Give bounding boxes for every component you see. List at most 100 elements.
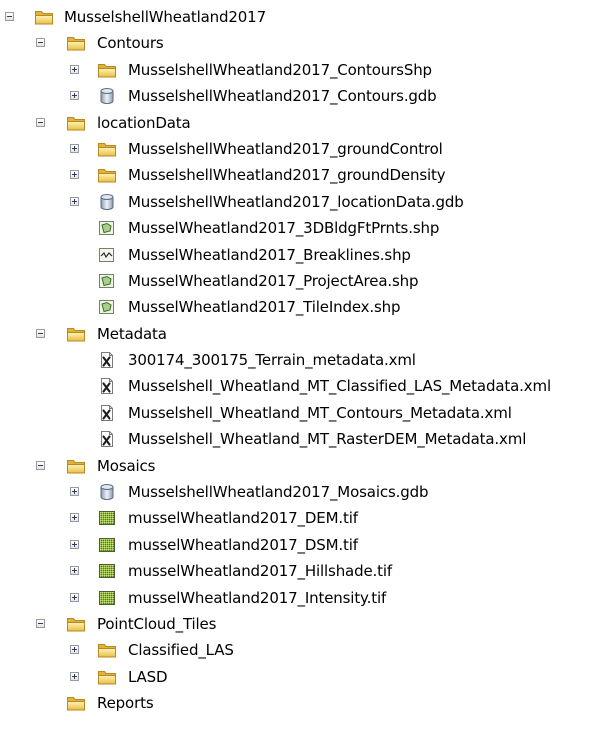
raster-icon	[97, 589, 117, 607]
tree-item-label: MusselshellWheatland2017_locationData.gd…	[128, 192, 464, 211]
folder-icon	[66, 114, 86, 132]
tree-item-label: Musselshell_Wheatland_MT_Contours_Metada…	[128, 403, 512, 422]
tree-item-label: MusselWheatland2017_3DBldgFtPrnts.shp	[128, 219, 440, 238]
tree-item-locationdata[interactable]: locationData	[0, 110, 611, 136]
tree-item-musselwheatland2017-projectarea-shp[interactable]: MusselWheatland2017_ProjectArea.shp	[0, 268, 611, 294]
folder-icon	[97, 641, 117, 659]
collapse-toggle-icon[interactable]	[36, 117, 45, 127]
xml-file-icon	[97, 377, 117, 395]
line-shapefile-icon	[97, 246, 117, 264]
tree-item-musselwheatland2017-hillshade-tif[interactable]: musselWheatland2017_Hillshade.tif	[0, 558, 611, 584]
tree-item-musselwheatland2017-breaklines-shp[interactable]: MusselWheatland2017_Breaklines.shp	[0, 242, 611, 268]
tree-item-label: Musselshell_Wheatland_MT_Classified_LAS_…	[128, 377, 551, 396]
tree-item-musselshell-wheatland-mt-contours-metadata-xml[interactable]: Musselshell_Wheatland_MT_Contours_Metada…	[0, 400, 611, 426]
tree-item-label: Musselshell_Wheatland_MT_RasterDEM_Metad…	[128, 430, 527, 449]
tree-item-musselshell-wheatland-mt-rasterdem-metadata-xml[interactable]: Musselshell_Wheatland_MT_RasterDEM_Metad…	[0, 426, 611, 452]
xml-file-icon	[97, 404, 117, 422]
raster-icon	[97, 509, 117, 527]
expand-toggle-icon[interactable]	[70, 91, 79, 101]
tree-item-lasd[interactable]: LASD	[0, 664, 611, 690]
tree-item-label: LASD	[128, 667, 168, 686]
catalog-tree: MusselshellWheatland2017 Contours Musselsh…	[0, 4, 611, 717]
expand-toggle-icon[interactable]	[70, 143, 79, 153]
tree-item-label: MusselshellWheatland2017_groundControl	[128, 139, 443, 158]
tree-item-musselshellwheatland2017-grounddensity[interactable]: MusselshellWheatland2017_groundDensity	[0, 162, 611, 188]
tree-item-label: MusselWheatland2017_Breaklines.shp	[128, 245, 411, 264]
expand-toggle-icon[interactable]	[70, 566, 79, 576]
tree-item-label: MusselWheatland2017_ProjectArea.shp	[128, 271, 419, 290]
raster-icon	[97, 562, 117, 580]
tree-item-label: Reports	[97, 694, 154, 713]
collapse-toggle-icon[interactable]	[36, 328, 45, 338]
tree-item-label: musselWheatland2017_DEM.tif	[128, 509, 358, 528]
raster-icon	[97, 536, 117, 554]
expand-toggle-icon[interactable]	[70, 513, 79, 523]
tree-item-musselshellwheatland2017-contours-gdb[interactable]: MusselshellWheatland2017_Contours.gdb	[0, 83, 611, 109]
tree-item-label: musselWheatland2017_Hillshade.tif	[128, 562, 393, 581]
tree-item-musselshellwheatland2017-groundcontrol[interactable]: MusselshellWheatland2017_groundControl	[0, 136, 611, 162]
expand-toggle-icon[interactable]	[70, 170, 79, 180]
folder-icon	[97, 166, 117, 184]
xml-file-icon	[97, 351, 117, 369]
tree-item-300174-300175-terrain-metadata-xml[interactable]: 300174_300175_Terrain_metadata.xml	[0, 347, 611, 373]
tree-item-musselwheatland2017-3dbldgftprnts-shp[interactable]: MusselWheatland2017_3DBldgFtPrnts.shp	[0, 215, 611, 241]
tree-item-label: Contours	[97, 34, 164, 53]
folder-icon	[66, 615, 86, 633]
tree-item-mosaics[interactable]: Mosaics	[0, 453, 611, 479]
tree-item-label: PointCloud_Tiles	[97, 614, 217, 633]
tree-item-pointcloud-tiles[interactable]: PointCloud_Tiles	[0, 611, 611, 637]
expand-toggle-icon[interactable]	[70, 487, 79, 497]
tree-item-metadata[interactable]: Metadata	[0, 321, 611, 347]
folder-icon	[66, 34, 86, 52]
tree-item-label: 300174_300175_Terrain_metadata.xml	[128, 351, 416, 370]
folder-icon	[97, 668, 117, 686]
tree-item-label: MusselshellWheatland2017_groundDensity	[128, 166, 446, 185]
expand-toggle-icon[interactable]	[70, 592, 79, 602]
folder-icon	[97, 61, 117, 79]
collapse-toggle-icon[interactable]	[36, 38, 45, 48]
tree-item-label: MusselWheatland2017_TileIndex.shp	[128, 298, 401, 317]
collapse-toggle-icon[interactable]	[36, 460, 45, 470]
tree-item-label: MusselshellWheatland2017	[64, 8, 266, 26]
tree-item-musselshellwheatland2017-mosaics-gdb[interactable]: MusselshellWheatland2017_Mosaics.gdb	[0, 479, 611, 505]
tree-item-label: locationData	[97, 113, 191, 132]
folder-icon	[66, 325, 86, 343]
tree-item-classified-las[interactable]: Classified_LAS	[0, 637, 611, 663]
expand-toggle-icon[interactable]	[70, 64, 79, 74]
expand-toggle-icon[interactable]	[70, 196, 79, 206]
tree-item-label: Metadata	[97, 324, 167, 343]
tree-item-musselwheatland2017-dem-tif[interactable]: musselWheatland2017_DEM.tif	[0, 505, 611, 531]
folder-icon	[66, 694, 86, 712]
tree-item-label: musselWheatland2017_Intensity.tif	[128, 588, 387, 607]
xml-file-icon	[97, 430, 117, 448]
tree-item-contours[interactable]: Contours	[0, 30, 611, 56]
tree-item-musselwheatland2017-intensity-tif[interactable]: musselWheatland2017_Intensity.tif	[0, 585, 611, 611]
tree-item-label: MusselshellWheatland2017_Mosaics.gdb	[128, 483, 429, 502]
tree-item-label: Mosaics	[97, 456, 156, 475]
tree-item-label: MusselshellWheatland2017_ContoursShp	[128, 60, 432, 79]
collapse-toggle-icon[interactable]	[5, 12, 14, 21]
geodatabase-icon	[97, 483, 117, 501]
tree-item-label: MusselshellWheatland2017_Contours.gdb	[128, 87, 437, 106]
collapse-toggle-icon[interactable]	[36, 618, 45, 628]
tree-item-musselshellwheatland2017-contoursshp[interactable]: MusselshellWheatland2017_ContoursShp	[0, 57, 611, 83]
tree-item-musselshellwheatland2017-locationdata-gdb[interactable]: MusselshellWheatland2017_locationData.gd…	[0, 189, 611, 215]
expand-toggle-icon[interactable]	[70, 539, 79, 549]
polygon-shapefile-icon	[97, 219, 117, 237]
tree-item-musselwheatland2017-tileindex-shp[interactable]: MusselWheatland2017_TileIndex.shp	[0, 294, 611, 320]
geodatabase-icon	[97, 87, 117, 105]
folder-icon	[66, 457, 86, 475]
folder-icon	[97, 140, 117, 158]
tree-item-musselwheatland2017-dsm-tif[interactable]: musselWheatland2017_DSM.tif	[0, 532, 611, 558]
polygon-shapefile-icon	[97, 298, 117, 316]
tree-item-musselshell-wheatland-mt-classified-las-metadata-xml[interactable]: Musselshell_Wheatland_MT_Classified_LAS_…	[0, 373, 611, 399]
polygon-shapefile-icon	[97, 272, 117, 290]
tree-item-reports[interactable]: Reports	[0, 690, 611, 716]
expand-toggle-icon[interactable]	[70, 671, 79, 681]
geodatabase-icon	[97, 193, 117, 211]
tree-item-label: musselWheatland2017_DSM.tif	[128, 535, 358, 554]
tree-item-musselshellwheatland2017[interactable]: MusselshellWheatland2017	[0, 4, 611, 30]
expand-toggle-icon[interactable]	[70, 645, 79, 655]
tree-item-label: Classified_LAS	[128, 641, 234, 660]
folder-icon	[34, 8, 54, 26]
